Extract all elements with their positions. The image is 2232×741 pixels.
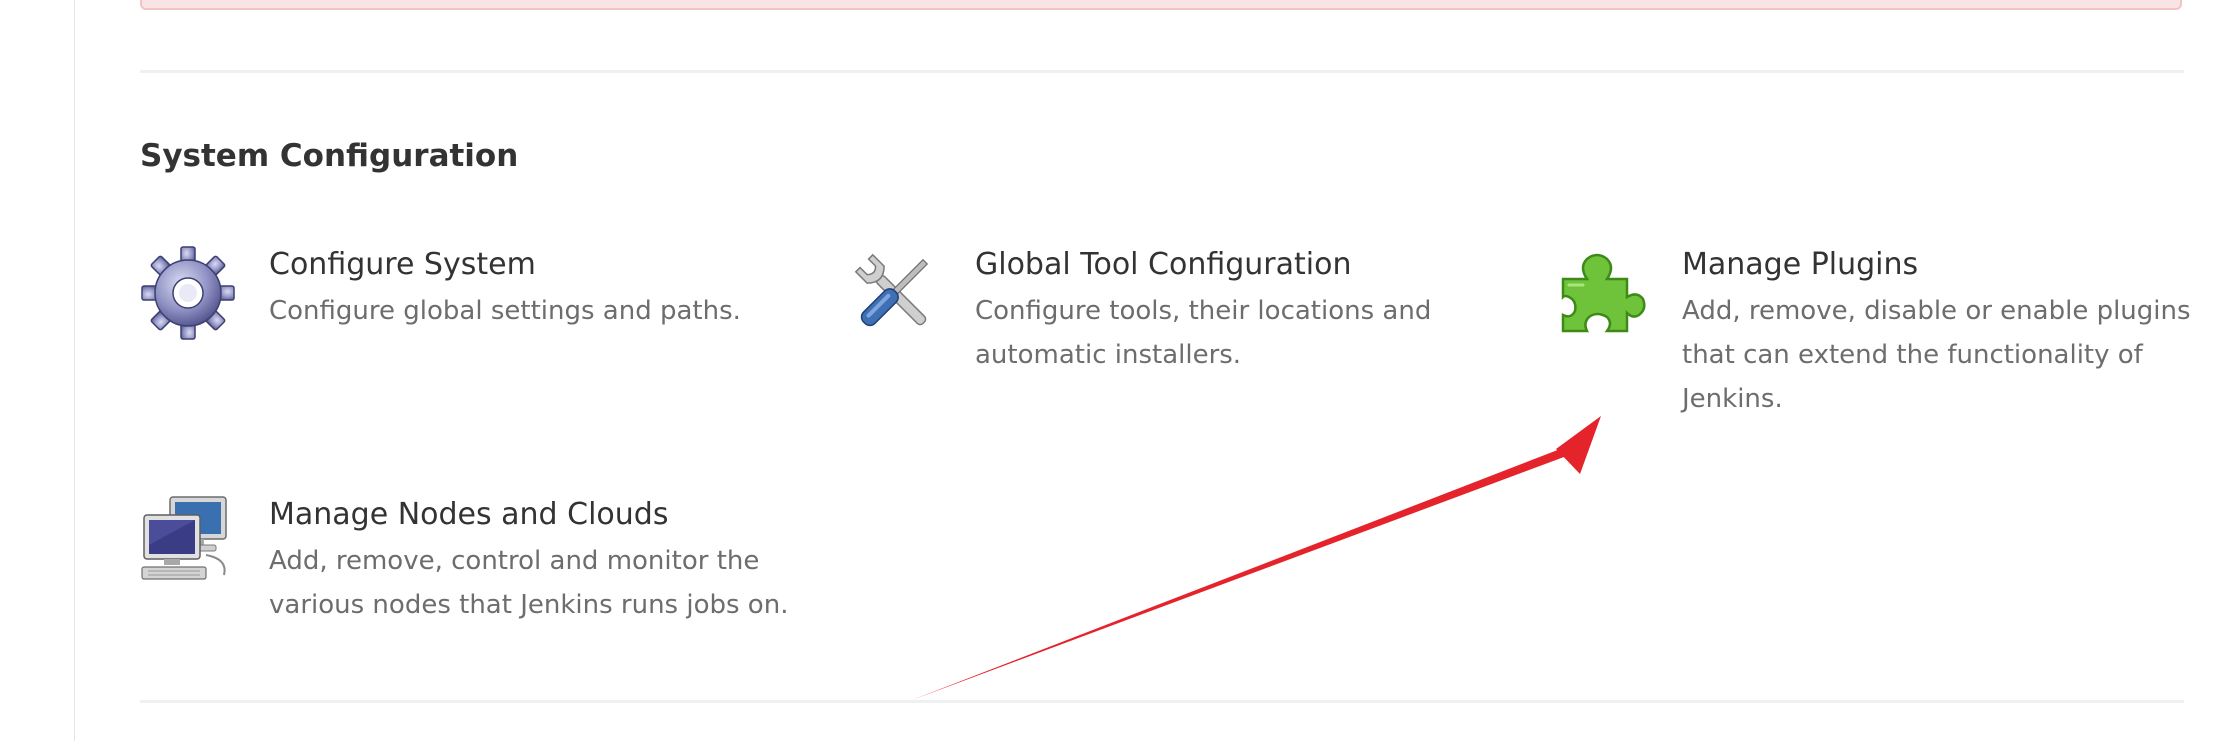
section-divider-bottom — [140, 700, 2184, 703]
puzzle-piece-icon — [1553, 245, 1649, 341]
tile-title[interactable]: Configure System — [269, 245, 536, 285]
alert-banner — [140, 0, 2182, 10]
tile-manage-plugins[interactable]: Manage Plugins Add, remove, disable or e… — [1553, 245, 2193, 445]
tile-title[interactable]: Manage Plugins — [1682, 245, 1918, 285]
tile-description: Add, remove, control and monitor the var… — [269, 546, 789, 620]
tools-icon — [846, 245, 942, 341]
computers-icon — [140, 495, 236, 591]
side-panel-edge — [0, 0, 75, 741]
tile-description: Add, remove, disable or enable plugins t… — [1682, 296, 2191, 414]
tile-description: Configure tools, their locations and aut… — [975, 296, 1432, 370]
tile-manage-nodes-and-clouds[interactable]: Manage Nodes and Clouds Add, remove, con… — [140, 495, 788, 645]
section-divider-top — [140, 70, 2184, 73]
tile-configure-system[interactable]: Configure System Configure global settin… — [140, 245, 780, 395]
tile-title[interactable]: Manage Nodes and Clouds — [269, 495, 668, 535]
tile-global-tool-configuration[interactable]: Global Tool Configuration Configure tool… — [846, 245, 1486, 395]
tile-description: Configure global settings and paths. — [269, 296, 741, 326]
gear-icon — [140, 245, 236, 341]
tile-title[interactable]: Global Tool Configuration — [975, 245, 1352, 285]
section-title: System Configuration — [140, 138, 519, 174]
